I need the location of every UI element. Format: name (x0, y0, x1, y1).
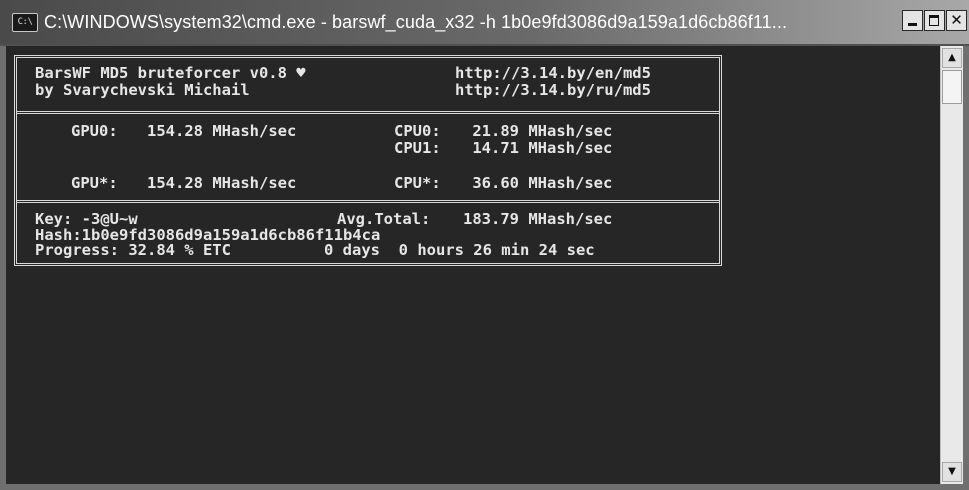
gpu0-label: GPU0: (71, 122, 118, 140)
console-output[interactable]: BarsWF MD5 bruteforcer v0.8 ♥ by Svarych… (6, 46, 940, 484)
etc-time: 0 days 0 hours 26 min 24 sec (324, 241, 595, 259)
window-border-bottom (0, 484, 969, 490)
maximize-icon (929, 15, 939, 26)
close-button[interactable]: ✕ (946, 10, 967, 31)
vertical-scrollbar[interactable]: ▲ ▼ (940, 46, 963, 484)
console-window: C:\ C:\WINDOWS\system32\cmd.exe - barswf… (0, 0, 969, 490)
app-name-line: BarsWF MD5 bruteforcer v0.8 ♥ (35, 64, 306, 82)
cpu-total-label: CPU*: (394, 174, 441, 192)
current-key: Key: -3@U~w (35, 210, 138, 228)
speeds-divider (17, 200, 719, 203)
url-en: http://3.14.by/en/md5 (455, 64, 651, 82)
scroll-up-icon[interactable]: ▲ (942, 48, 962, 68)
progress-line: Progress: 32.84 % ETC (35, 241, 231, 259)
barswf-panel: BarsWF MD5 bruteforcer v0.8 ♥ by Svarych… (14, 55, 722, 266)
cpu1-speed: 14.71 MHash/sec (463, 139, 613, 157)
avg-total-speed: 183.79 MHash/sec (463, 210, 613, 228)
cpu-total-speed: 36.60 MHash/sec (463, 174, 613, 192)
window-title: C:\WINDOWS\system32\cmd.exe - barswf_cud… (44, 12, 788, 32)
scroll-down-icon[interactable]: ▼ (942, 462, 962, 482)
scroll-thumb[interactable] (942, 70, 962, 104)
author-line: by Svarychevski Michail (35, 81, 250, 99)
maximize-button[interactable] (924, 10, 945, 31)
title-bar[interactable]: C:\ C:\WINDOWS\system32\cmd.exe - barswf… (0, 0, 969, 46)
cpu0-speed: 21.89 MHash/sec (463, 122, 613, 140)
minimize-button[interactable] (902, 10, 923, 31)
gpu-total-speed: 154.28 MHash/sec (147, 174, 297, 192)
cpu0-label: CPU0: (394, 122, 441, 140)
gpu0-speed: 154.28 MHash/sec (147, 122, 297, 140)
minimize-icon (908, 23, 917, 26)
gpu-total-label: GPU*: (71, 174, 118, 192)
avg-total-label: Avg.Total: (337, 210, 431, 228)
cpu1-label: CPU1: (394, 139, 441, 157)
url-ru: http://3.14.by/ru/md5 (455, 81, 651, 99)
header-divider (17, 111, 719, 114)
cmd-icon[interactable]: C:\ (12, 13, 38, 32)
close-icon: ✕ (950, 11, 963, 29)
